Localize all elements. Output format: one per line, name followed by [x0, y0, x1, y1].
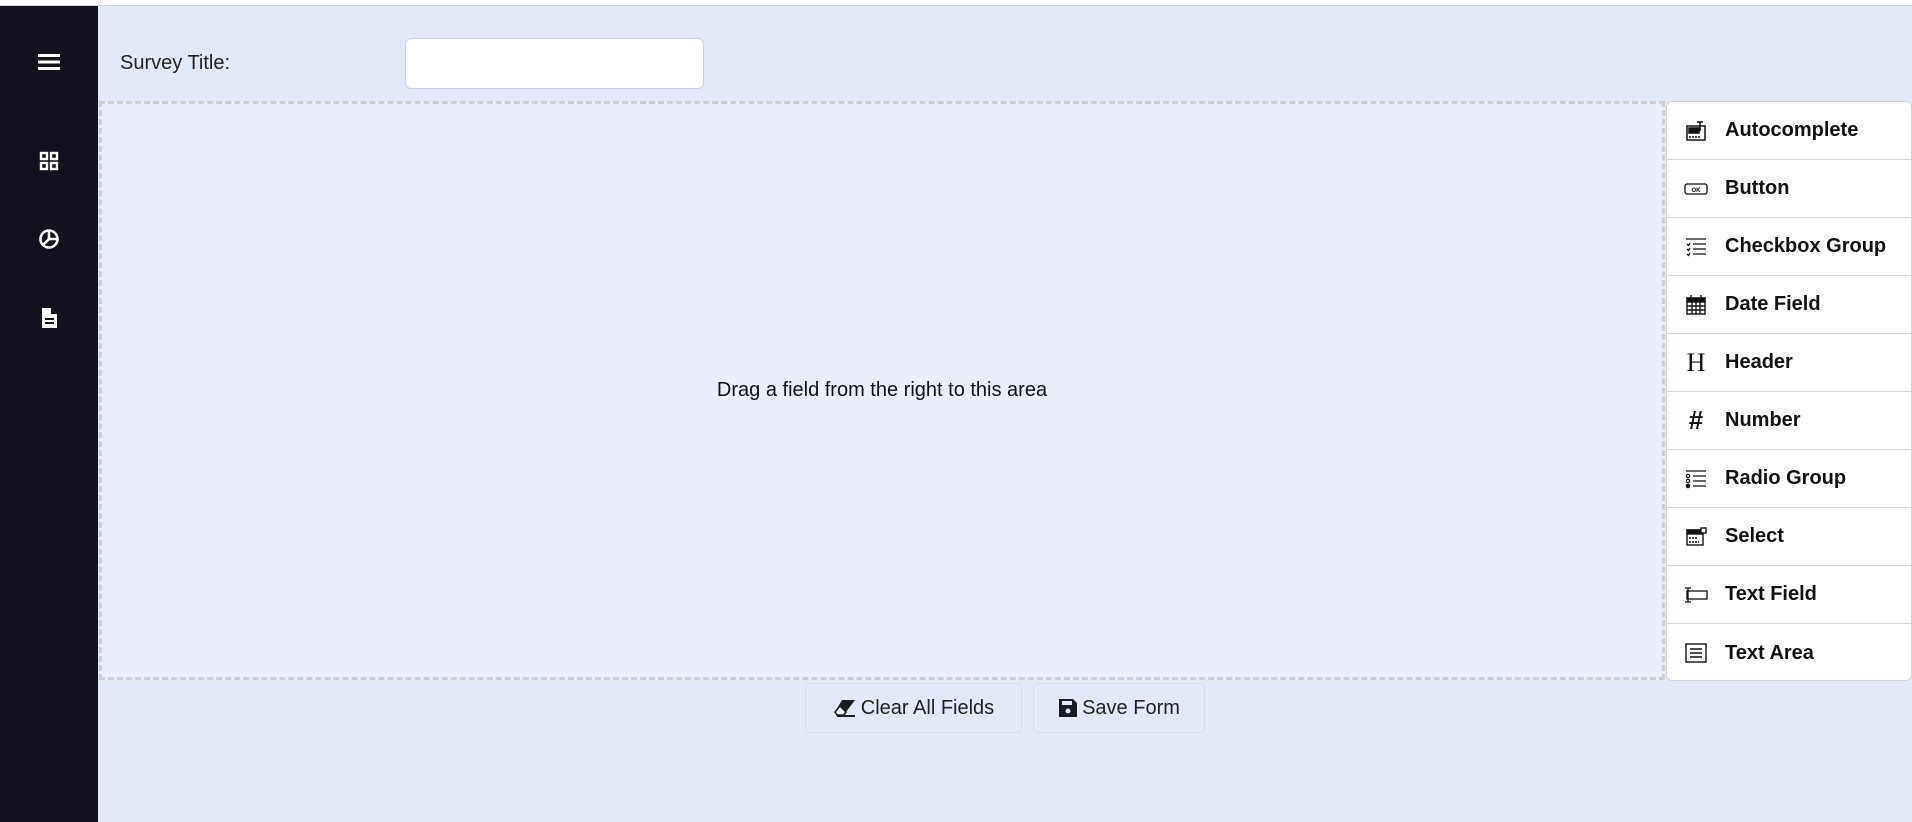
palette-item-label: Autocomplete: [1725, 119, 1859, 141]
palette-item-checkbox-group[interactable]: Checkbox Group: [1667, 218, 1911, 276]
save-form-label: Save Form: [1082, 696, 1180, 719]
hash-icon: #: [1688, 405, 1704, 435]
palette-item-text-field[interactable]: Text Field: [1667, 566, 1911, 624]
text-area-icon: [1683, 641, 1709, 665]
palette-item-label: Button: [1725, 177, 1790, 199]
document-icon[interactable]: [34, 303, 64, 333]
floppy-disk-icon: [1059, 699, 1078, 717]
pie-chart-icon[interactable]: [34, 224, 64, 254]
palette-item-label: Select: [1725, 525, 1784, 547]
save-form-button[interactable]: Save Form: [1033, 683, 1205, 733]
palette-item-header[interactable]: H Header: [1667, 334, 1911, 392]
autocomplete-icon: [1683, 119, 1709, 143]
svg-text:OK: OK: [1692, 188, 1702, 194]
dashboard-grid-icon[interactable]: [34, 146, 64, 176]
palette-item-label: Text Field: [1725, 583, 1817, 605]
select-icon: [1683, 525, 1709, 549]
header-h-icon: H: [1686, 347, 1706, 377]
palette-item-label: Number: [1725, 409, 1801, 431]
form-drop-zone[interactable]: Drag a field from the right to this area: [99, 101, 1665, 680]
palette-item-number[interactable]: # Number: [1667, 392, 1911, 450]
palette-item-label: Date Field: [1725, 293, 1821, 315]
text-field-icon: [1683, 583, 1709, 607]
calendar-icon: [1683, 293, 1709, 317]
radio-list-icon: [1683, 467, 1709, 491]
palette-item-radio-group[interactable]: Radio Group: [1667, 450, 1911, 508]
clear-all-fields-label: Clear All Fields: [860, 696, 995, 719]
palette-item-date-field[interactable]: Date Field: [1667, 276, 1911, 334]
palette-item-select[interactable]: Select: [1667, 508, 1911, 566]
survey-title-label: Survey Title:: [120, 52, 231, 74]
palette-item-button[interactable]: OK Button: [1667, 160, 1911, 218]
palette-item-text-area[interactable]: Text Area: [1667, 624, 1911, 680]
sidebar: [0, 6, 98, 822]
survey-title-input[interactable]: [405, 38, 704, 89]
button-ok-icon: OK: [1683, 177, 1709, 201]
field-palette: Autocomplete OK Button Checkbox Group Da…: [1666, 101, 1912, 681]
palette-item-label: Header: [1725, 351, 1793, 373]
drop-zone-hint: Drag a field from the right to this area: [716, 379, 1048, 401]
palette-item-label: Text Area: [1725, 641, 1814, 664]
palette-item-label: Radio Group: [1725, 467, 1847, 489]
menu-icon[interactable]: [34, 47, 64, 77]
palette-item-label: Checkbox Group: [1725, 235, 1887, 257]
checkbox-list-icon: [1683, 235, 1709, 259]
palette-item-autocomplete[interactable]: Autocomplete: [1667, 102, 1911, 160]
eraser-icon: [833, 700, 855, 717]
top-strip: [0, 0, 1912, 6]
clear-all-fields-button[interactable]: Clear All Fields: [805, 683, 1022, 733]
